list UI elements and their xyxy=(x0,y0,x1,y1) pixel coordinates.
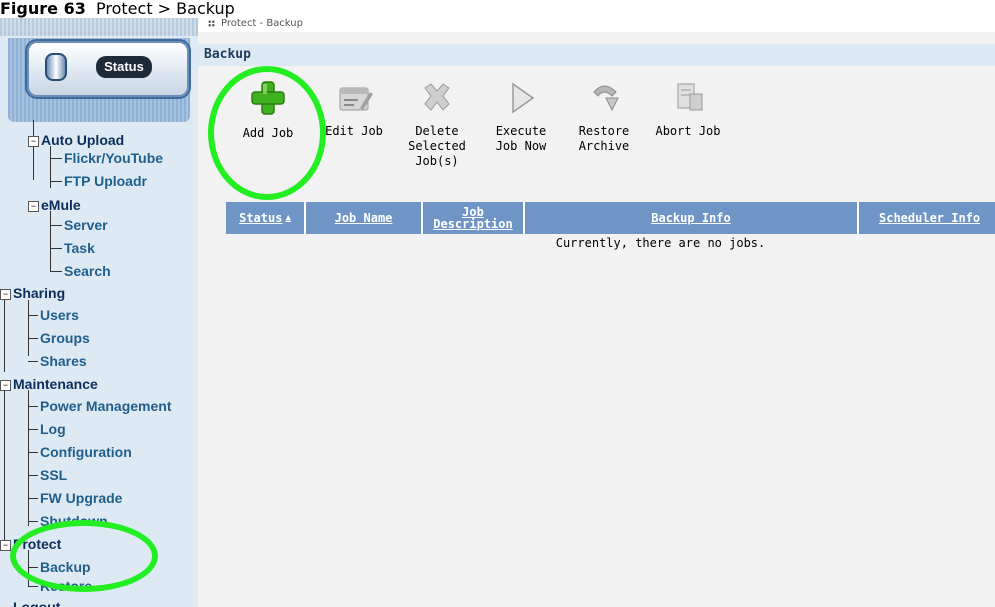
tree-connector xyxy=(28,406,38,407)
sidebar-item-sharing[interactable]: − Sharing xyxy=(0,285,65,301)
sidebar-item-log[interactable]: Log xyxy=(40,421,66,437)
sidebar-item-power-management[interactable]: Power Management xyxy=(40,398,171,414)
tree-connector xyxy=(50,181,62,182)
restore-archive-label: Restore Archive xyxy=(578,124,630,153)
figure-title: Protect > Backup xyxy=(96,0,235,18)
status-icon xyxy=(45,53,67,81)
add-job-label: Add Job xyxy=(242,126,294,140)
column-job-name[interactable]: Job Name xyxy=(306,202,423,234)
tree-connector xyxy=(4,390,5,550)
tree-connector xyxy=(28,550,29,586)
sidebar-item-search[interactable]: Search xyxy=(64,263,111,279)
sidebar-item-fw-upgrade[interactable]: FW Upgrade xyxy=(40,490,122,506)
tree-connector xyxy=(50,248,62,249)
collapse-icon[interactable]: − xyxy=(28,200,39,212)
sidebar-item-protect[interactable]: − Protect xyxy=(0,536,61,552)
status-button-label: Status xyxy=(96,56,152,78)
collapse-icon[interactable]: − xyxy=(28,135,39,147)
tree-connector xyxy=(28,300,29,356)
title-bar: Backup xyxy=(198,44,995,66)
tree-connector xyxy=(50,158,62,159)
empty-table-message: Currently, there are no jobs. xyxy=(555,236,766,250)
sidebar-item-shares[interactable]: Shares xyxy=(40,353,87,369)
execute-job-label: Execute Job Now xyxy=(495,124,547,153)
grid-icon xyxy=(208,19,215,27)
tree-connector xyxy=(28,338,38,339)
edit-job-label: Edit Job xyxy=(325,124,383,138)
tree-connector xyxy=(33,120,34,180)
delete-jobs-label: Delete Selected Job(s) xyxy=(408,124,466,168)
page-title: Backup xyxy=(204,47,251,62)
status-button[interactable]: Status xyxy=(27,41,189,97)
sidebar-item-maintenance[interactable]: − Maintenance xyxy=(0,376,98,392)
tree-connector xyxy=(28,429,38,430)
abort-job-button[interactable]: Abort Job xyxy=(650,78,726,139)
table-header: Status ▲ Job Name Job Description Backup … xyxy=(226,202,995,234)
tree-connector xyxy=(4,292,5,372)
sidebar: Status − Auto Upload Flickr/YouTube FTP U… xyxy=(0,18,198,607)
tree-connector xyxy=(50,271,62,272)
abort-job-label: Abort Job xyxy=(655,124,721,138)
sidebar-item-restore[interactable]: Restore xyxy=(40,578,92,594)
column-status[interactable]: Status ▲ xyxy=(226,202,306,234)
restore-archive-button[interactable]: Restore Archive xyxy=(572,78,636,154)
column-backup-info[interactable]: Backup Info xyxy=(525,202,859,234)
sidebar-item-groups[interactable]: Groups xyxy=(40,330,90,346)
sidebar-item-shutdown[interactable]: Shutdown xyxy=(40,513,108,529)
sidebar-item-configuration[interactable]: Configuration xyxy=(40,444,132,460)
tree-connector xyxy=(50,211,51,271)
tree-connector xyxy=(28,567,38,568)
collapse-icon[interactable]: − xyxy=(0,379,11,391)
main-content: Protect - Backup Backup Add Job Edit Job… xyxy=(198,18,995,607)
figure-label: Figure 63 xyxy=(0,0,86,18)
delete-x-icon xyxy=(417,78,457,118)
sidebar-item-flickr-youtube[interactable]: Flickr/YouTube xyxy=(64,150,163,166)
collapse-icon[interactable]: − xyxy=(0,288,11,300)
toolbar: Add Job Edit Job Delete Selected Job(s) … xyxy=(198,78,995,178)
sidebar-item-ssl[interactable]: SSL xyxy=(40,467,67,483)
add-job-button[interactable]: Add Job xyxy=(234,78,302,141)
sort-ascending-icon: ▲ xyxy=(285,213,291,223)
sidebar-item-ftp-uploadr[interactable]: FTP Uploadr xyxy=(64,173,147,189)
tree-connector xyxy=(50,225,62,226)
sidebar-item-backup[interactable]: Backup xyxy=(40,559,91,575)
sidebar-item-task[interactable]: Task xyxy=(64,240,95,256)
edit-job-button[interactable]: Edit Job xyxy=(322,78,386,139)
sidebar-item-server[interactable]: Server xyxy=(64,217,108,233)
collapse-icon[interactable]: − xyxy=(0,539,11,551)
breadcrumb-text: Protect - Backup xyxy=(221,18,303,29)
tree-connector xyxy=(28,452,38,453)
tree-connector xyxy=(28,586,38,587)
column-job-description[interactable]: Job Description xyxy=(423,202,525,234)
tree-connector xyxy=(28,315,38,316)
restore-icon xyxy=(584,78,624,118)
breadcrumb: Protect - Backup xyxy=(198,18,995,32)
sidebar-item-auto-upload[interactable]: − Auto Upload xyxy=(28,132,124,148)
tree-connector xyxy=(28,475,38,476)
sidebar-item-logout[interactable]: Logout xyxy=(0,599,60,607)
delete-jobs-button[interactable]: Delete Selected Job(s) xyxy=(402,78,472,169)
column-scheduler-info[interactable]: Scheduler Info xyxy=(859,202,995,234)
tree-connector xyxy=(28,498,38,499)
play-icon xyxy=(501,78,541,118)
plus-icon xyxy=(248,78,288,118)
sidebar-item-emule[interactable]: − eMule xyxy=(28,197,81,213)
sidebar-item-users[interactable]: Users xyxy=(40,307,79,323)
sidebar-top-band xyxy=(0,18,198,36)
tree-connector xyxy=(28,361,38,362)
edit-icon xyxy=(334,78,374,118)
figure-caption: Figure 63 Protect > Backup xyxy=(0,0,995,18)
tree-connector xyxy=(28,521,38,522)
execute-job-button[interactable]: Execute Job Now xyxy=(486,78,556,154)
abort-icon xyxy=(668,78,708,118)
tree-connector xyxy=(28,390,29,526)
